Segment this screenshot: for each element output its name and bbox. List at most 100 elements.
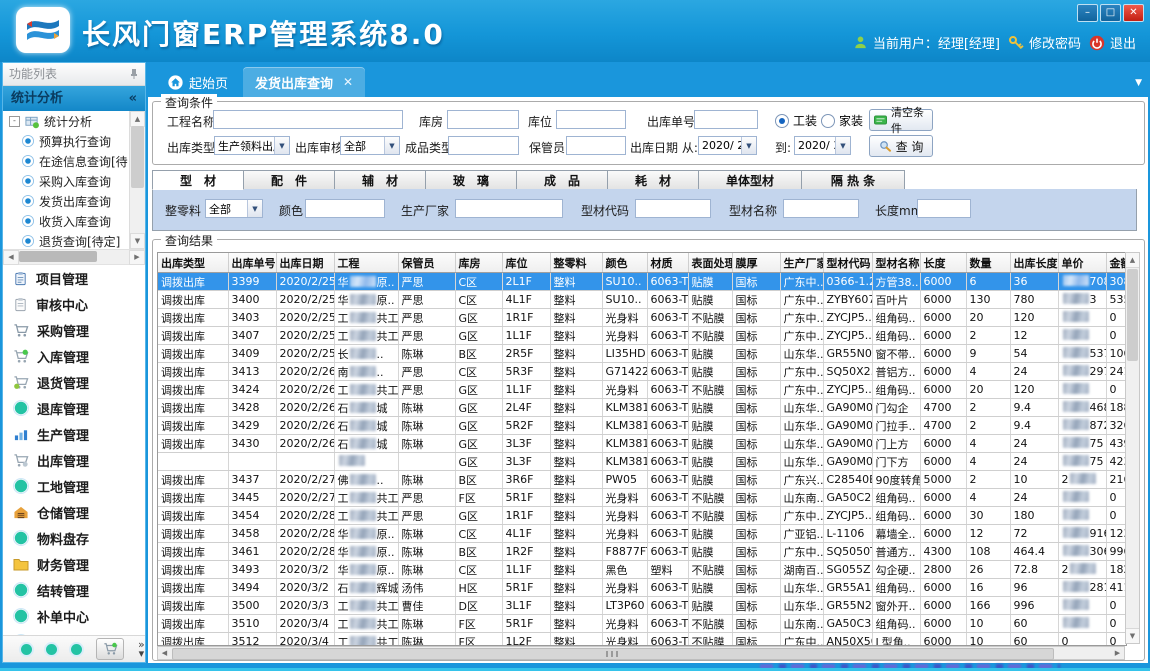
material-tab-单体型材[interactable]: 单体型材 (698, 170, 802, 190)
column-header-膜厚[interactable]: 膜厚 (732, 253, 780, 273)
table-row[interactable]: 调拨出库34072020/2/25工共工程严思G区1L1F整料光身料6063-T… (158, 327, 1127, 345)
profile-code-input[interactable] (635, 199, 711, 218)
pin-icon[interactable] (129, 68, 139, 80)
group-dot-icon[interactable] (21, 644, 32, 655)
sidebar-group-物料盘存[interactable]: 物料盘存 (3, 525, 145, 551)
column-header-材质[interactable]: 材质 (647, 253, 688, 273)
column-header-金额[interactable]: 金额 (1106, 253, 1127, 273)
tree-item-退货查询[待定][interactable]: 退货查询[待定] (3, 231, 130, 249)
group-dot-icon[interactable] (46, 644, 57, 655)
whole-part-select[interactable]: 全部▼ (205, 199, 263, 218)
table-row[interactable]: 调拨出库34452020/2/27工共工程严思F区5R1F整料光身料6063-T… (158, 489, 1127, 507)
table-row[interactable]: 调拨出库34582020/2/28华原..陈琳C区4L1F整料光身料6063-T… (158, 525, 1127, 543)
table-row[interactable]: 调拨出库34132020/2/26南..严思C区5R3F整料G714226063… (158, 363, 1127, 381)
material-tab-成品[interactable]: 成 品 (516, 170, 608, 190)
date-from-picker[interactable]: 2020/ 2/16▼ (698, 136, 757, 155)
table-row[interactable]: 调拨出库34092020/2/25长..陈琳B区2R5F整料LI35HD6063… (158, 345, 1127, 363)
scroll-up-icon[interactable]: ▲ (1126, 253, 1139, 268)
minimize-button[interactable]: – (1077, 4, 1098, 22)
column-header-生产厂家[interactable]: 生产厂家 (780, 253, 823, 273)
sidebar-group-退货管理[interactable]: 退货管理 (3, 369, 145, 395)
tree-item-在途信息查询[待[interactable]: 在途信息查询[待 (3, 151, 130, 171)
table-row[interactable]: 调拨出库34932020/3/2华原..陈琳C区1L1F整料黑色塑料不贴膜国标湖… (158, 561, 1127, 579)
column-header-型材名称[interactable]: 型材名称 (872, 253, 920, 273)
factory-input[interactable] (455, 199, 563, 218)
cart-tool-button[interactable] (96, 638, 124, 660)
sidebar-section-statistics[interactable]: 统计分析 « (3, 86, 145, 111)
column-header-保管员[interactable]: 保管员 (398, 253, 455, 273)
tree-item-发货出库查询[interactable]: 发货出库查询 (3, 191, 130, 211)
outbound-audit-select[interactable]: 全部▼ (340, 136, 400, 155)
tree-vertical-scrollbar[interactable]: ▲ ▼ (129, 111, 145, 249)
date-to-picker[interactable]: 2020/ 3/16▼ (794, 136, 851, 155)
logout-link[interactable]: 退出 (1089, 33, 1136, 52)
order-no-input[interactable] (694, 110, 758, 129)
location-input[interactable] (556, 110, 626, 129)
sidebar-group-入库管理[interactable]: 入库管理 (3, 343, 145, 369)
sidebar-group-项目管理[interactable]: 项目管理 (3, 265, 145, 291)
outbound-type-select[interactable]: 生产领料出库▼ (214, 136, 290, 155)
project-name-input[interactable] (213, 110, 403, 129)
close-button[interactable]: ✕ (1123, 4, 1144, 22)
table-vertical-scrollbar[interactable]: ▲ ▼ (1125, 252, 1140, 644)
product-type-input[interactable] (448, 136, 519, 155)
table-row[interactable]: 调拨出库34942020/3/2石辉城汤伟H区5R1F整料光身料6063-T5贴… (158, 579, 1127, 597)
table-row[interactable]: G区3L3F整料KLM38176063-T5贴膜国标山东华..GA90M09.门… (158, 453, 1127, 471)
table-row[interactable]: 调拨出库34242020/2/26工共工程严思G区1L1F整料光身料6063-T… (158, 381, 1127, 399)
tab-起始页[interactable]: 起始页 (156, 67, 240, 97)
tree-horizontal-scrollbar[interactable]: ◀ ▶ (3, 250, 145, 265)
profile-name-input[interactable] (783, 199, 859, 218)
table-row[interactable]: 调拨出库34282020/2/26石城陈琳G区2L4F整料KLM38176063… (158, 399, 1127, 417)
table-row[interactable]: 调拨出库35102020/3/4工共工程陈琳F区5R1F整料光身料6063-T5… (158, 615, 1127, 633)
sidebar-group-生产管理[interactable]: 生产管理 (3, 421, 145, 447)
scroll-left-icon[interactable]: ◀ (158, 647, 171, 659)
column-header-库位[interactable]: 库位 (502, 253, 550, 273)
column-header-数量[interactable]: 数量 (966, 253, 1010, 273)
collapse-icon[interactable]: « (129, 86, 137, 111)
column-header-整零料[interactable]: 整零料 (550, 253, 602, 273)
radio-gongzhuang[interactable]: 工装 (775, 112, 817, 129)
maximize-button[interactable]: □ (1100, 4, 1121, 22)
length-input[interactable] (917, 199, 971, 218)
radio-jiazhuang[interactable]: 家装 (821, 112, 863, 129)
material-tab-玻璃[interactable]: 玻 璃 (425, 170, 517, 190)
table-horizontal-scrollbar[interactable]: ◀ ▶ (157, 646, 1125, 660)
keeper-input[interactable] (566, 136, 626, 155)
warehouse-input[interactable] (447, 110, 519, 129)
group-dot-icon[interactable] (71, 644, 82, 655)
column-header-长度[interactable]: 长度 (920, 253, 966, 273)
sidebar-group-财务管理[interactable]: 财务管理 (3, 551, 145, 577)
table-row[interactable]: 调拨出库34032020/2/25工共工程严思G区1R1F整料光身料6063-T… (158, 309, 1127, 327)
table-row[interactable]: 调拨出库34302020/2/26石城陈琳G区3L3F整料KLM38176063… (158, 435, 1127, 453)
column-header-颜色[interactable]: 颜色 (602, 253, 647, 273)
material-tab-耗材[interactable]: 耗 材 (607, 170, 699, 190)
sidebar-group-工地管理[interactable]: 工地管理 (3, 473, 145, 499)
color-input[interactable] (305, 199, 385, 218)
table-row[interactable]: 调拨出库34292020/2/26石城陈琳G区5R2F整料KLM38176063… (158, 417, 1127, 435)
close-tab-icon[interactable]: ✕ (343, 75, 353, 89)
sidebar-group-出库管理[interactable]: 出库管理 (3, 447, 145, 473)
column-header-出库类型[interactable]: 出库类型 (158, 253, 228, 273)
sidebar-group-仓储管理[interactable]: 仓储管理 (3, 499, 145, 525)
tree-item-预算执行查询[interactable]: 预算执行查询 (3, 131, 130, 151)
sidebar-group-审核中心[interactable]: 审核中心 (3, 291, 145, 317)
tree-root-statistics[interactable]: -统计分析 (3, 111, 130, 131)
table-row[interactable]: 调拨出库35122020/3/4工共工程陈琳F区1L2F整料光身料6063-T5… (158, 633, 1127, 647)
column-header-出库长度[interactable]: 出库长度 (1010, 253, 1058, 273)
sidebar-group-退库管理[interactable]: 退库管理 (3, 395, 145, 421)
material-tab-配件[interactable]: 配 件 (243, 170, 335, 190)
table-row[interactable]: 调拨出库34002020/2/25华原..严思C区4L1F整料SU10..606… (158, 291, 1127, 309)
more-groups-button[interactable]: »▾ (138, 640, 145, 658)
tree-item-采购入库查询[interactable]: 采购入库查询 (3, 171, 130, 191)
scroll-down-icon[interactable]: ▼ (130, 233, 145, 249)
column-header-出库日期[interactable]: 出库日期 (276, 253, 334, 273)
scroll-right-icon[interactable]: ▶ (129, 250, 145, 265)
clear-conditions-button[interactable]: 清空条件 (869, 109, 933, 131)
column-header-工程[interactable]: 工程 (334, 253, 398, 273)
search-button[interactable]: 查 询 (869, 135, 933, 157)
sidebar-group-补单中心[interactable]: 补单中心 (3, 603, 145, 629)
material-tab-型材[interactable]: 型 材 (152, 170, 244, 190)
table-row[interactable]: 调拨出库35002020/3/3工共工程曹佳D区3L1F整料LT3P606063… (158, 597, 1127, 615)
material-tab-隔热条[interactable]: 隔 热 条 (801, 170, 905, 190)
tab-发货出库查询[interactable]: 发货出库查询✕ (243, 67, 365, 97)
